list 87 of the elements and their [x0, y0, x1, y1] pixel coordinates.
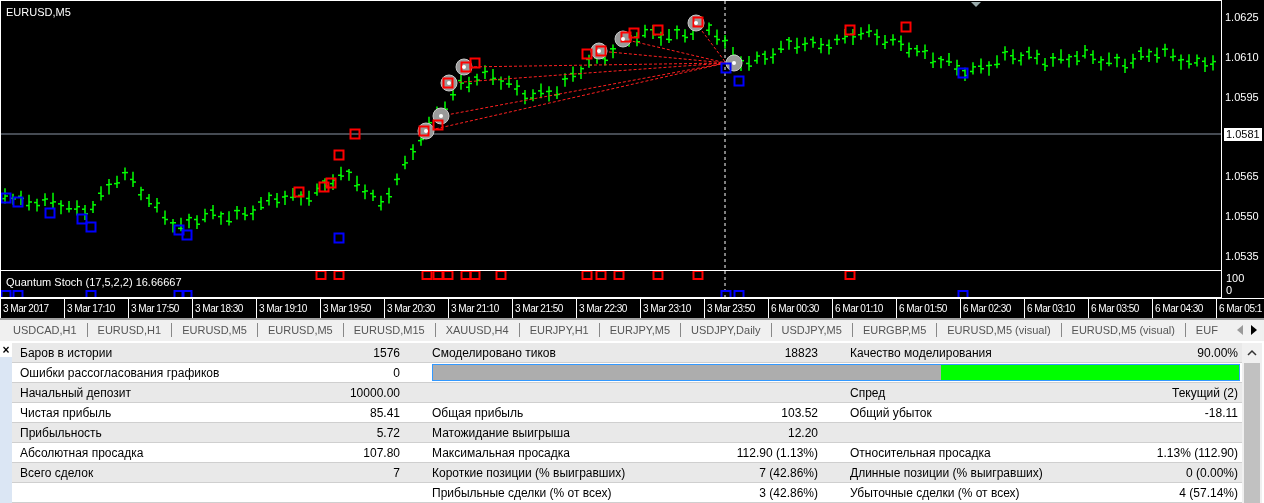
chart-tab[interactable]: USDJPY,M5 [771, 323, 853, 338]
indicator-axis-label: 100 [1226, 272, 1246, 284]
stat-label: Прибыльные сделки (% от всех) [432, 484, 612, 502]
scroll-up-icon[interactable] [1247, 349, 1257, 357]
time-axis-label: 6 Mar 00:30 [771, 302, 819, 316]
stat-label: Короткие позиции (% выигравших) [432, 464, 626, 482]
stat-value: 1.13% (112.90) [1156, 444, 1238, 462]
chart-tab[interactable]: EURGBP,M5 [852, 323, 938, 338]
stat-value: 103.52 [781, 404, 818, 422]
stat-value: 0 (0.00%) [1185, 464, 1238, 482]
stat-value: 1576 [373, 344, 400, 362]
chart-tab[interactable]: EURUSD,M5 [172, 323, 258, 338]
stat-label: Спред [850, 384, 886, 402]
stat-value: 0 [393, 364, 400, 382]
stat-label: Общая прибыль [432, 404, 524, 422]
indicator-label: Quantum Stoch (17,5,2,2) 16.66667 [6, 275, 182, 290]
stat-value: 5.72 [376, 424, 400, 442]
time-axis-label: 3 Mar 23:10 [643, 302, 691, 316]
time-axis-label: 3 Mar 19:10 [259, 302, 307, 316]
stat-label: Общий убыток [850, 404, 932, 422]
stat-value: 7 (42.86%) [759, 464, 818, 482]
stat-value: 85.41 [369, 404, 400, 422]
chart-tab[interactable]: EURUSD,M5 [257, 323, 344, 338]
time-axis-label: 6 Mar 02:30 [963, 302, 1011, 316]
stat-label: Абсолютная просадка [20, 444, 144, 462]
time-axis-label: 3 Mar 20:30 [387, 302, 435, 316]
stat-label: Относительная просадка [850, 444, 991, 462]
stat-label: Качество моделирования [850, 344, 992, 362]
time-axis-label: 3 Mar 21:10 [451, 302, 499, 316]
chart-tab[interactable]: EURUSD,M5 (visual) [937, 323, 1062, 338]
stat-value: 4 (57.14%) [1179, 484, 1238, 502]
chart-tab[interactable]: EURUSD,M15 [343, 323, 436, 338]
time-axis-label: 3 Mar 19:50 [323, 302, 371, 316]
price-axis-label: 1.0581 [1224, 128, 1262, 141]
chart-tab[interactable]: EURJPY,H1 [519, 323, 600, 338]
stat-value: -18.11 [1204, 404, 1238, 422]
stat-value: 18823 [784, 344, 818, 362]
scrollbar[interactable] [1242, 343, 1262, 503]
time-axis-label: 6 Mar 03:50 [1091, 302, 1139, 316]
stat-value: 112.90 (1.13%) [736, 444, 818, 462]
chart-tab[interactable]: XAUUSD,H4 [435, 323, 520, 338]
stat-label: Ошибки рассогласования графиков [20, 364, 220, 382]
time-axis-label: 6 Mar 05:1 [1219, 302, 1262, 316]
time-axis-label: 6 Mar 03:10 [1027, 302, 1075, 316]
tab-scroll-right-icon[interactable] [1250, 325, 1258, 336]
stat-label: Матожидание выигрыша [432, 424, 570, 442]
chart-tab[interactable]: EURJPY,M5 [599, 323, 682, 338]
stat-value: 10000.00 [349, 384, 400, 402]
stat-label: Длинные позиции (% выигравших) [850, 464, 1043, 482]
time-axis-label: 3 Mar 18:30 [195, 302, 243, 316]
time-axis-label: 3 Mar 17:10 [67, 302, 115, 316]
chart-tab[interactable]: USDJPY,Daily [681, 323, 772, 338]
chart-tab[interactable]: EURUSD,H1 [87, 323, 173, 338]
close-button[interactable]: × [0, 343, 12, 357]
time-axis-label: 6 Mar 01:10 [835, 302, 883, 316]
price-axis-label: 1.0535 [1225, 250, 1259, 263]
price-axis-label: 1.0565 [1225, 170, 1259, 183]
price-axis-label: 1.0625 [1225, 11, 1259, 24]
price-axis-label: 1.0595 [1225, 91, 1259, 104]
time-axis-label: 3 Mar 21:50 [515, 302, 563, 316]
chart-tab[interactable]: USDCAD,H1 [3, 323, 88, 338]
time-axis-label: 3 Mar 22:30 [579, 302, 627, 316]
time-axis-label: 3 Mar 23:50 [707, 302, 755, 316]
indicator-axis-label: 0 [1226, 284, 1234, 296]
stat-value: 3 (42.86%) [759, 484, 818, 502]
stat-label: Убыточные сделки (% от всех) [850, 484, 1020, 502]
price-axis-label: 1.0610 [1225, 51, 1259, 64]
stat-value: Текущий (2) [1172, 384, 1238, 402]
time-axis-label: 6 Mar 04:30 [1155, 302, 1203, 316]
stat-label: Максимальная просадка [432, 444, 570, 462]
chart-tab[interactable]: EUF [1185, 323, 1228, 338]
stat-value: 7 [393, 464, 400, 482]
stat-label: Прибыльность [20, 424, 102, 442]
time-axis-label: 6 Mar 01:50 [899, 302, 947, 316]
stat-label: Баров в истории [20, 344, 113, 362]
chart-tab[interactable]: EURUSD,M5 (visual) [1061, 323, 1186, 338]
time-axis-label: 3 Mar 17:50 [131, 302, 179, 316]
price-axis-label: 1.0550 [1225, 210, 1259, 223]
stat-label: Смоделировано тиков [432, 344, 556, 362]
stat-label: Чистая прибыль [20, 404, 112, 422]
time-axis-label: 3 Mar 2017 [3, 302, 49, 316]
stat-value: 90.00% [1197, 344, 1238, 362]
stat-label: Начальный депозит [20, 384, 131, 402]
chart-symbol-label: EURUSD,M5 [6, 5, 71, 20]
stat-value: 12.20 [787, 424, 818, 442]
stat-label: Всего сделок [20, 464, 94, 482]
stat-value: 107.80 [363, 444, 400, 462]
